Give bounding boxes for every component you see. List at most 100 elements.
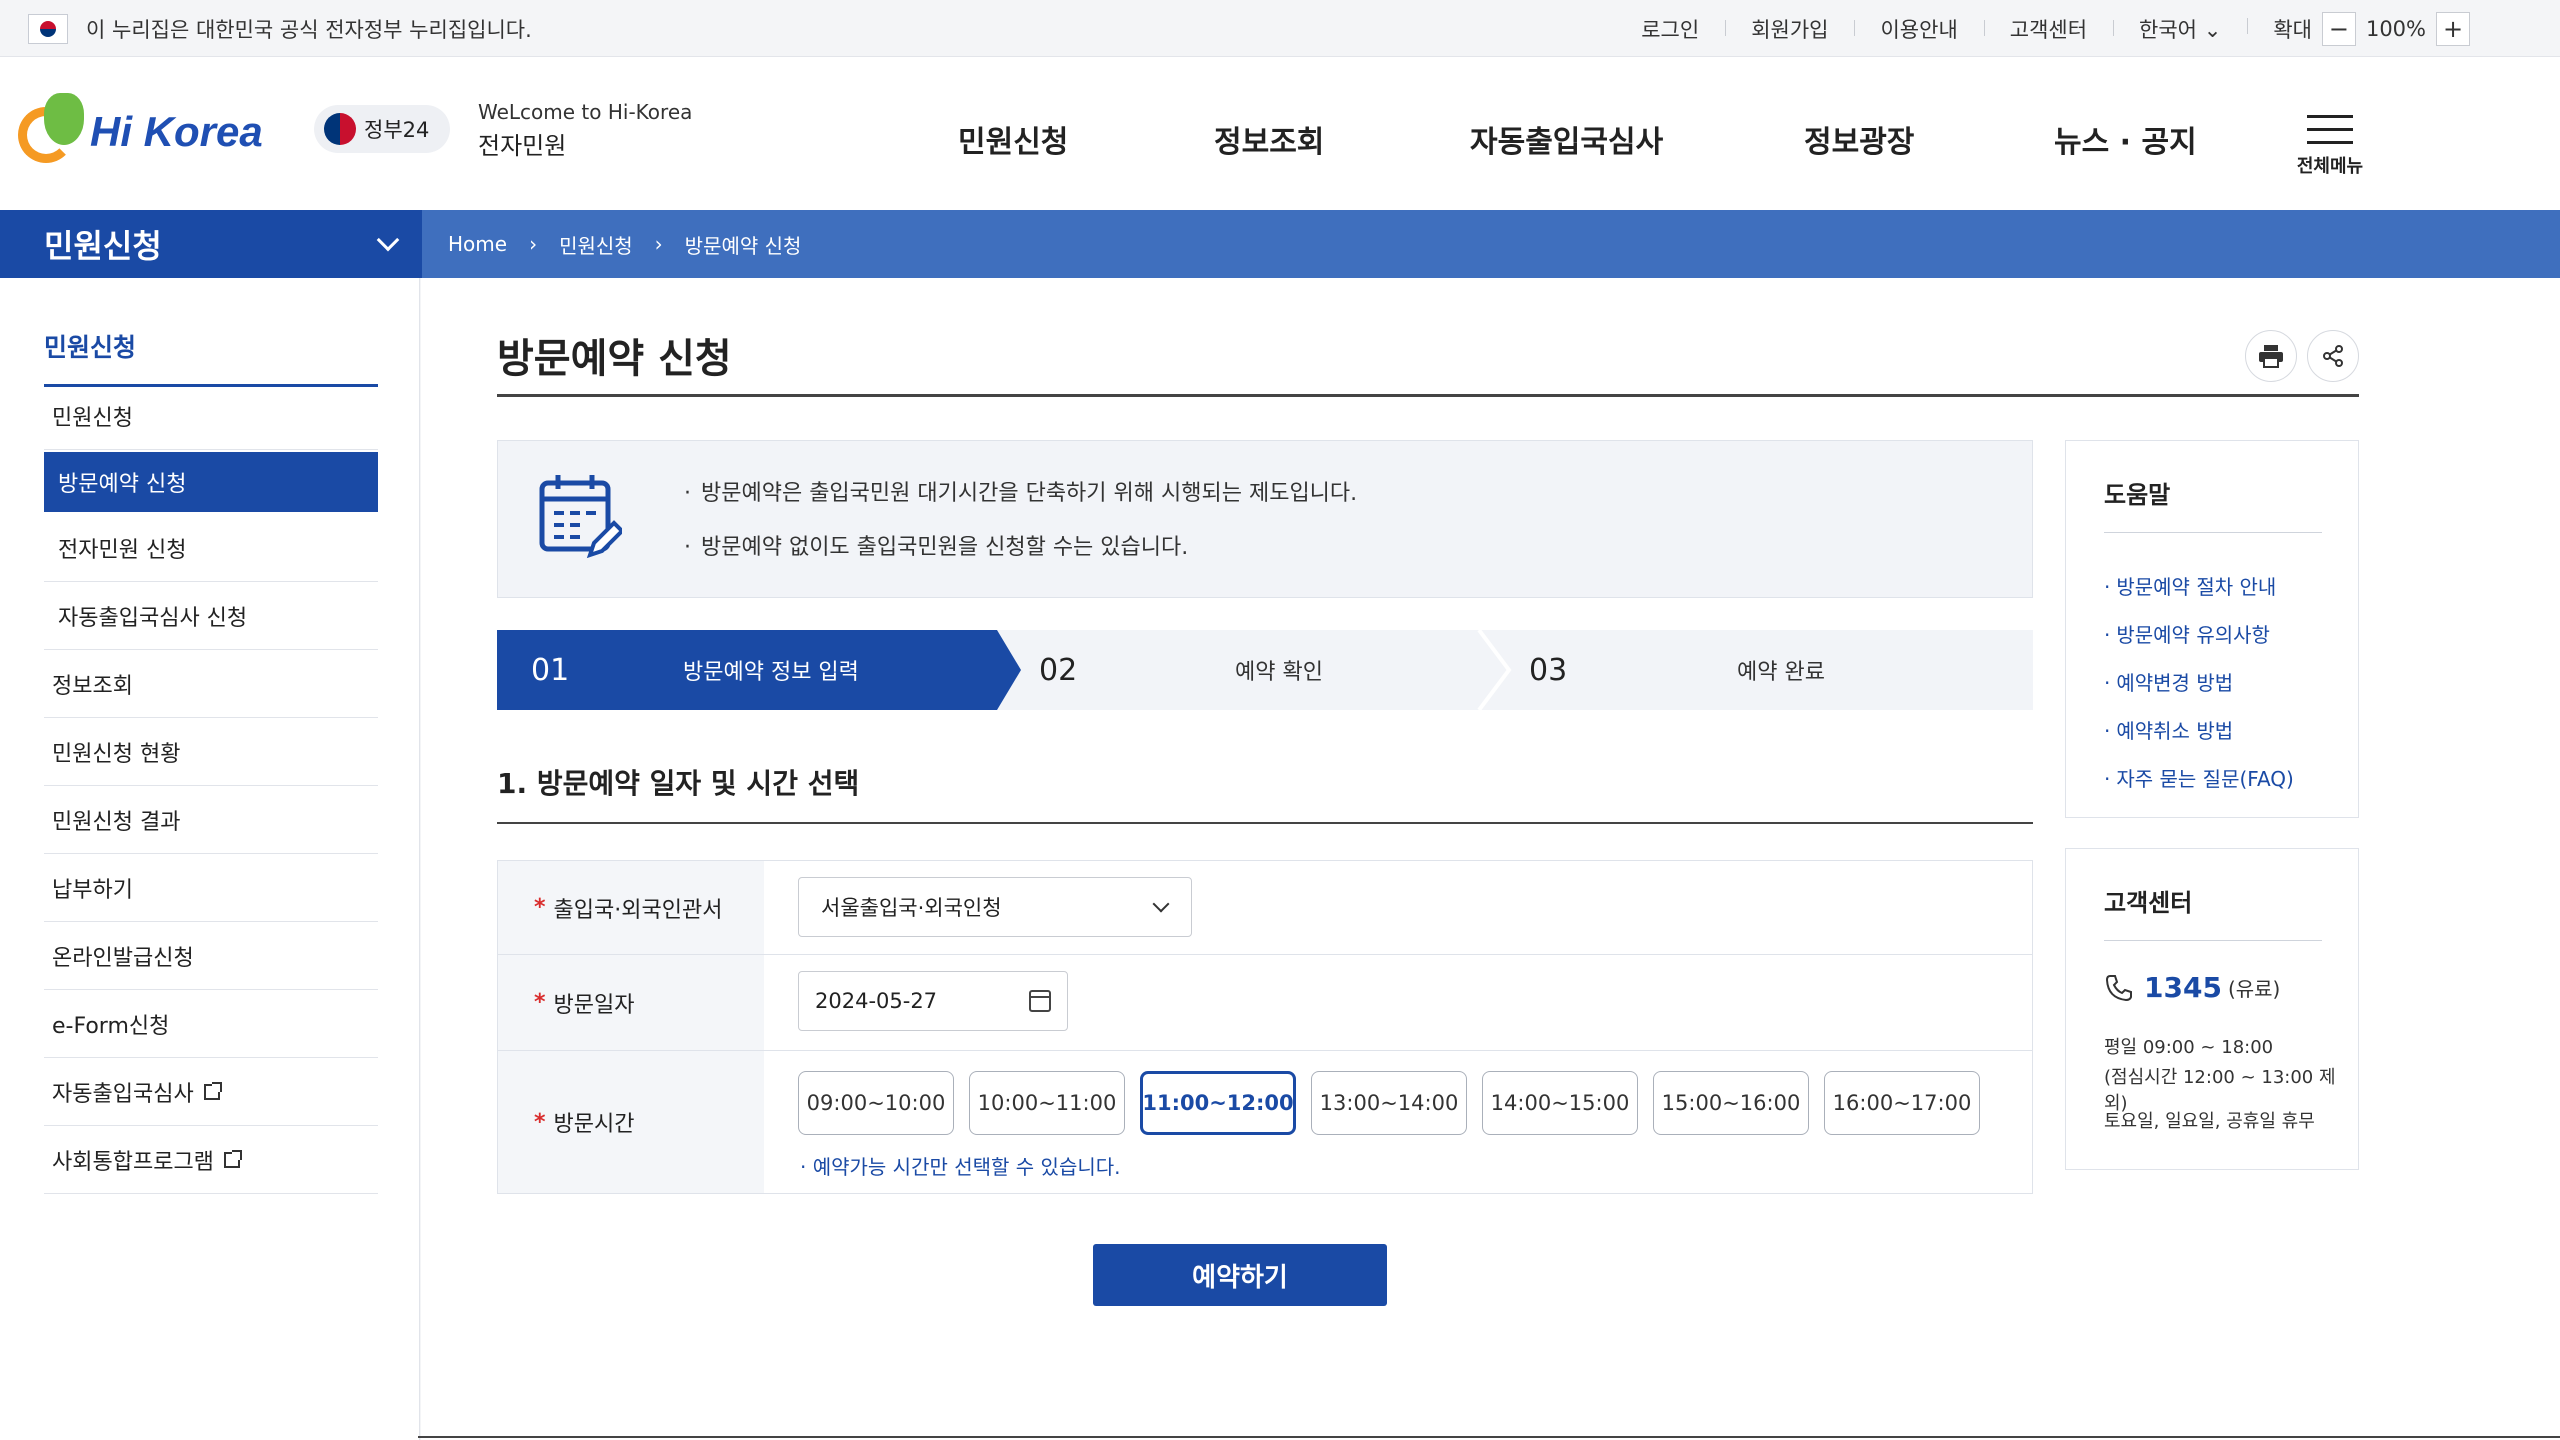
hamburger-icon [2294,115,2366,144]
sidebar-item-visit-reservation[interactable]: 방문예약 신청 [44,452,378,512]
print-button[interactable] [2245,330,2297,382]
help-link-notes[interactable]: 방문예약 유의사항 [2104,619,2270,648]
gnb-item-auto-immigration[interactable]: 자동출입국심사 [1470,117,1663,161]
phone-number[interactable]: 1345 (유료) [2104,971,2280,1004]
calendar-icon[interactable] [1029,990,1051,1012]
hikorea-logo-icon [18,93,104,163]
breadcrumb: Home › 민원신청 › 방문예약 신청 [448,210,801,278]
guide-link[interactable]: 이용안내 [1854,14,1983,44]
gnb-item-info-plaza[interactable]: 정보광장 [1804,117,1914,161]
zoom-out-button[interactable]: − [2321,11,2356,46]
notice-line-1: 방문예약은 출입국민원 대기시간을 단축하기 위해 시행되는 제도입니다. [684,475,1357,507]
section-title: 1. 방문예약 일자 및 시간 선택 [497,767,860,800]
time-label: * 방문시간 [498,1051,764,1193]
cs-closed: 토요일, 일요일, 공휴일 휴무 [2104,1111,2315,1132]
form-row-office: * 출입국·외국인관서 서울출입국·외국인청 [498,861,2032,955]
customer-center-title: 고객센터 [2104,883,2322,941]
zoom-controls: 확대 − 100% + [2247,11,2470,46]
brand-name: Hi Korea [90,108,263,155]
notice-box: 방문예약은 출입국민원 대기시간을 단축하기 위해 시행되는 제도입니다. 방문… [497,440,2033,598]
office-label: * 출입국·외국인관서 [498,861,764,954]
chevron-down-icon [376,228,400,252]
time-slot[interactable]: 13:00~14:00 [1311,1071,1467,1135]
printer-icon [2259,345,2283,368]
section-divider [497,822,2033,824]
sidebar-item-online-issue[interactable]: 온라인발급신청 [44,922,378,990]
zoom-value: 100% [2365,16,2426,41]
step-3: 03 예약 완료 [1529,652,1825,688]
gnb-item-news[interactable]: 뉴스 · 공지 [2054,117,2197,161]
utility-links: 로그인 회원가입 이용안내 고객센터 한국어 ⌄ 확대 − 100% + [1615,0,2470,57]
breadcrumb-apply[interactable]: 민원신청 [559,230,633,259]
breadcrumb-home[interactable]: Home [448,232,507,256]
sidebar-item-eform[interactable]: e-Form신청 [44,990,378,1058]
sidebar-item-payment[interactable]: 납부하기 [44,854,378,922]
external-link-icon [203,1081,222,1100]
hikorea-logo[interactable]: Hi Korea [18,93,263,163]
gnb-item-apply[interactable]: 민원신청 [958,117,1068,161]
customer-center-box: 고객센터 1345 (유료) 평일 09:00 ~ 18:00 (점심시간 12… [2065,848,2359,1170]
external-link-icon [223,1149,242,1168]
help-link-faq[interactable]: 자주 묻는 질문(FAQ) [2104,763,2293,792]
gov24-link[interactable]: 정부24 [314,105,450,153]
time-slot-selected[interactable]: 11:00~12:00 [1140,1071,1296,1135]
notice-line-2: 방문예약 없이도 출입국민원을 신청할 수는 있습니다. [684,529,1188,561]
help-link-change[interactable]: 예약변경 방법 [2104,667,2233,696]
help-link-procedure[interactable]: 방문예약 절차 안내 [2104,571,2276,600]
share-button[interactable] [2307,330,2359,382]
login-link[interactable]: 로그인 [1615,14,1725,44]
welcome-text: WeLcome to Hi-Korea 전자민원 [478,100,693,160]
gnb-item-inquiry[interactable]: 정보조회 [1214,117,1324,161]
step-arrow-icon [1477,630,1512,710]
reservation-form: * 출입국·외국인관서 서울출입국·외국인청 * 방문일자 2024-05-27 *… [497,860,2033,1194]
date-input[interactable]: 2024-05-27 [798,971,1068,1031]
date-label: * 방문일자 [498,955,764,1050]
main-content: 방문예약 신청 방문예약은 출입국민원 대기시간을 단축하기 위해 시행되는 제… [421,278,2560,1440]
time-hint: · 예약가능 시간만 선택할 수 있습니다. [800,1155,1121,1179]
time-slot[interactable]: 10:00~11:00 [969,1071,1125,1135]
korea-flag-icon [28,14,68,44]
sidebar-title: 민원신청 [44,328,378,387]
step-indicator: 01 방문예약 정보 입력 02 예약 확인 03 예약 완료 [497,630,2033,710]
language-select[interactable]: 한국어 ⌄ [2113,14,2247,44]
form-row-date: * 방문일자 2024-05-27 [498,955,2032,1051]
signup-link[interactable]: 회원가입 [1725,14,1854,44]
gov-emblem-icon [324,113,356,145]
bottom-divider [418,1436,2560,1438]
help-link-cancel[interactable]: 예약취소 방법 [2104,715,2233,744]
time-slot[interactable]: 16:00~17:00 [1824,1071,1980,1135]
form-row-time: * 방문시간 09:00~10:00 10:00~11:00 11:00~12:0… [498,1051,2032,1193]
gov-notice-text: 이 누리집은 대한민국 공식 전자정부 누리집입니다. [86,18,532,42]
all-menu-button[interactable]: 전체메뉴 [2294,115,2366,178]
sidebar-item-auto-immigration[interactable]: 자동출입국심사 [44,1058,378,1126]
chevron-down-icon [1152,895,1170,913]
sidebar-item-result[interactable]: 민원신청 결과 [44,786,378,854]
step-1: 01 방문예약 정보 입력 [497,630,1021,710]
sidebar: 민원신청 민원신청 방문예약 신청 전자민원 신청 자동출입국심사 신청 정보조… [0,278,420,1440]
sidebar-item-status[interactable]: 민원신청 현황 [44,718,378,786]
zoom-label: 확대 [2273,17,2312,42]
cs-hours-weekday: 평일 09:00 ~ 18:00 [2104,1037,2274,1058]
office-select[interactable]: 서울출입국·외국인청 [798,877,1192,937]
page-title: 방문예약 신청 [497,336,732,382]
time-slot[interactable]: 14:00~15:00 [1482,1071,1638,1135]
chevron-right-icon: › [529,232,538,256]
help-title: 도움말 [2104,475,2322,533]
sidebar-item-e-civil[interactable]: 전자민원 신청 [44,514,378,582]
breadcrumb-current: 방문예약 신청 [684,233,802,258]
section-dropdown[interactable]: 민원신청 [0,210,422,278]
sidebar-item-apply[interactable]: 민원신청 [44,382,378,450]
phone-icon [2105,974,2132,1001]
gov-banner: 이 누리집은 대한민국 공식 전자정부 누리집입니다. 로그인 회원가입 이용안… [0,0,2560,57]
time-slot[interactable]: 15:00~16:00 [1653,1071,1809,1135]
customer-center-link[interactable]: 고객센터 [1983,14,2113,44]
zoom-in-button[interactable]: + [2436,11,2470,46]
sidebar-item-inquiry[interactable]: 정보조회 [44,650,378,718]
reserve-button[interactable]: 예약하기 [1093,1244,1387,1306]
title-divider [497,394,2359,397]
sidebar-item-auto-immigration-apply[interactable]: 자동출입국심사 신청 [44,582,378,650]
calendar-edit-icon [539,475,622,559]
site-header: Hi Korea 정부24 WeLcome to Hi-Korea 전자민원 민… [0,57,2560,210]
sidebar-item-social-integration[interactable]: 사회통합프로그램 [44,1126,378,1194]
time-slot[interactable]: 09:00~10:00 [798,1071,954,1135]
